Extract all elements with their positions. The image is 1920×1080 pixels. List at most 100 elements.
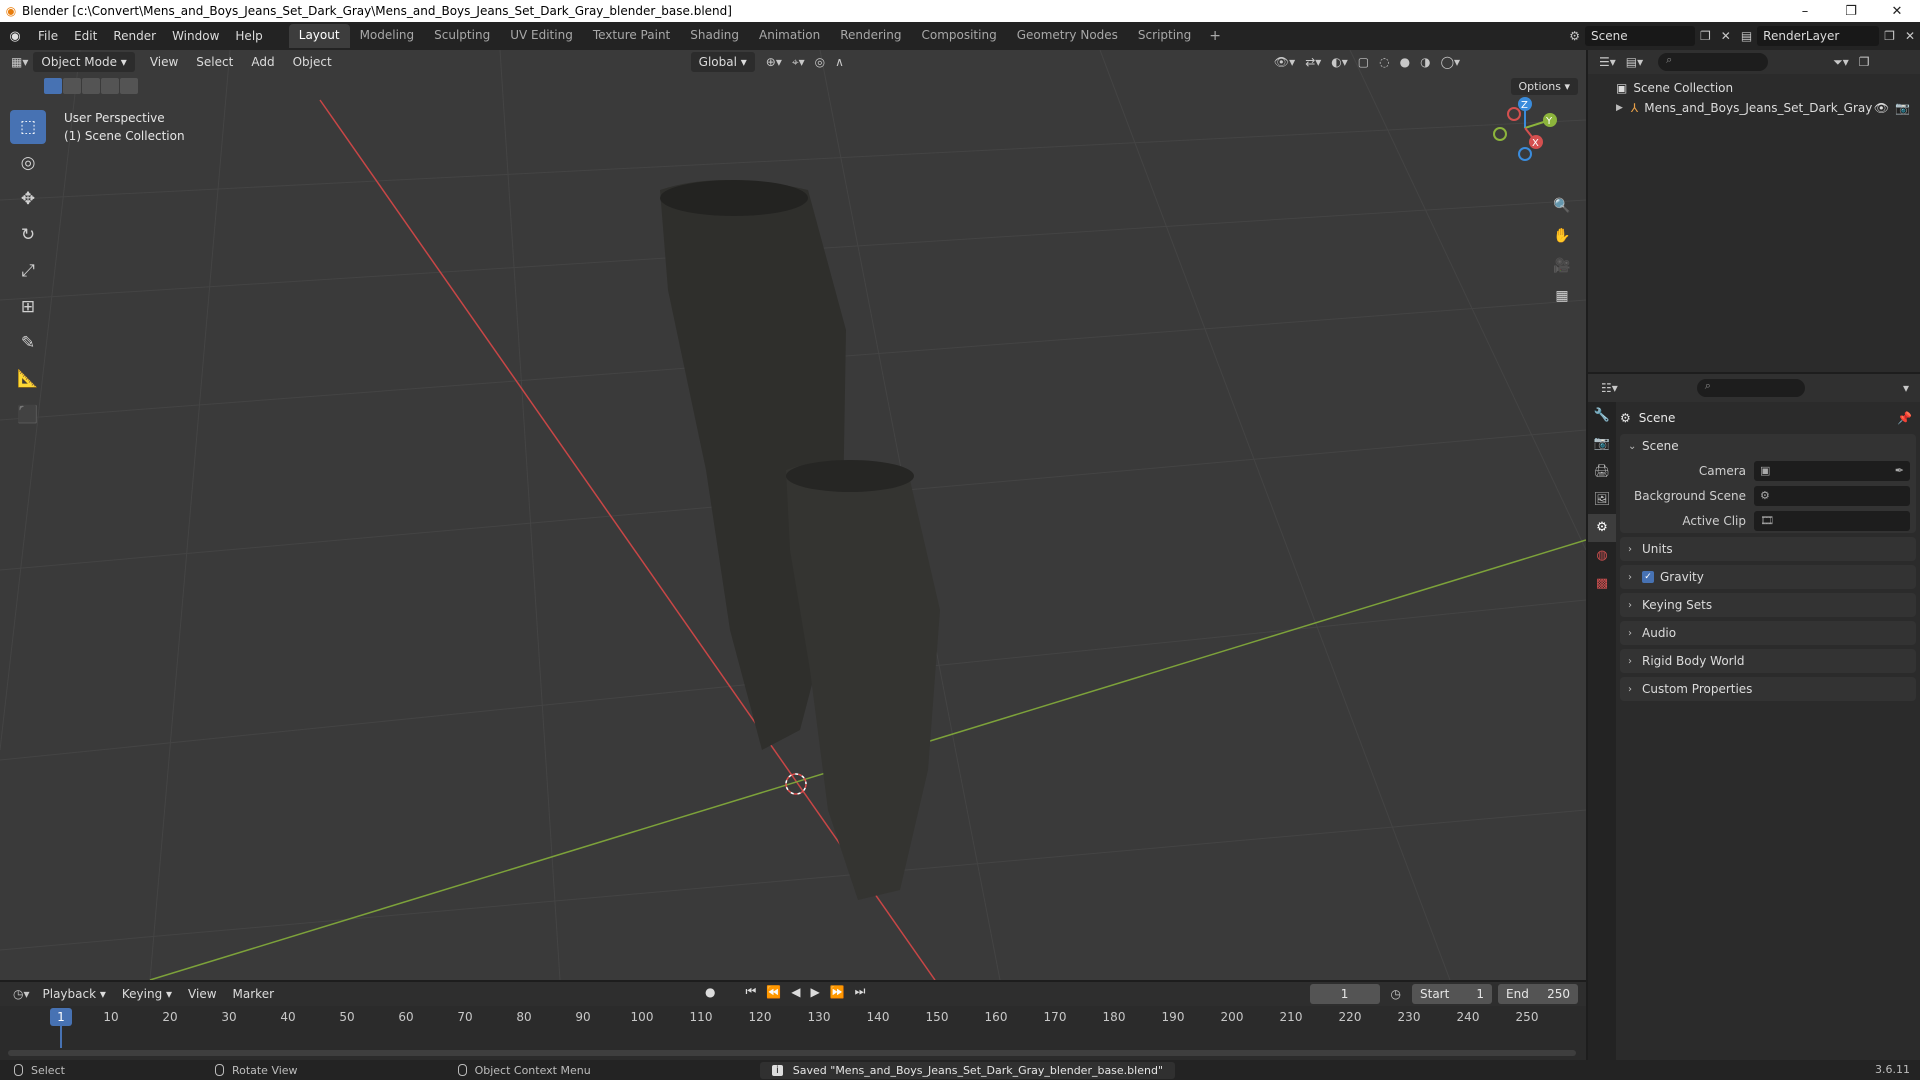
ortho-grid-icon[interactable]: ▦ <box>1550 284 1574 308</box>
eyedropper-icon[interactable]: ✒ <box>1895 464 1904 477</box>
tab-rendering[interactable]: Rendering <box>830 24 911 48</box>
editor-type-icon[interactable]: ▦▾ <box>6 55 33 69</box>
tab-animation[interactable]: Animation <box>749 24 830 48</box>
play-reverse-icon[interactable]: ◀ <box>786 985 805 999</box>
cursor-tool-icon[interactable]: ◎ <box>10 146 46 180</box>
pin-icon[interactable]: 📌 <box>1897 411 1912 425</box>
tool-tab-icon[interactable]: 🔧 <box>1588 402 1616 430</box>
units-panel[interactable]: › Units <box>1620 537 1916 561</box>
display-mode-icon[interactable]: ▤▾ <box>1621 55 1648 69</box>
delete-scene-icon[interactable]: ✕ <box>1716 29 1736 43</box>
camera-view-icon[interactable]: 🎥 <box>1550 254 1574 278</box>
tab-modeling[interactable]: Modeling <box>350 24 425 48</box>
xray-icon[interactable]: ▢ <box>1353 55 1374 69</box>
next-keyframe-icon[interactable]: ⏩ <box>825 985 850 999</box>
active-clip-field[interactable]: 🎞 <box>1754 510 1910 531</box>
measure-tool-icon[interactable]: 📐 <box>10 362 46 396</box>
jump-start-icon[interactable]: ⏮ <box>740 984 761 999</box>
frame-ruler[interactable]: 1 10 20 30 40 50 60 70 80 90 100 110 120… <box>0 1008 1586 1028</box>
tab-texture-paint[interactable]: Texture Paint <box>583 24 680 48</box>
playhead[interactable]: 1 <box>50 1008 72 1026</box>
outliner-editor-type-icon[interactable]: ☰▾ <box>1594 55 1621 69</box>
menu-file[interactable]: File <box>30 29 66 43</box>
outliner-search-input[interactable]: ⌕ <box>1658 53 1769 71</box>
texture-tab-icon[interactable]: ▩ <box>1588 570 1616 598</box>
tab-sculpting[interactable]: Sculpting <box>424 24 500 48</box>
expand-arrow-icon[interactable]: ▶ <box>1616 103 1623 113</box>
delete-renderlayer-icon[interactable]: ✕ <box>1900 29 1920 43</box>
new-scene-icon[interactable]: ❐ <box>1695 29 1716 43</box>
render-tab-icon[interactable]: 📷 <box>1588 430 1616 458</box>
viewport-menu-add[interactable]: Add <box>242 55 283 69</box>
record-icon[interactable]: ● <box>700 985 720 999</box>
start-frame-field[interactable]: Start 1 <box>1412 984 1492 1004</box>
menu-render[interactable]: Render <box>105 29 164 43</box>
overlay-toggle-icon[interactable]: ◐▾ <box>1326 55 1353 69</box>
select-new-icon[interactable] <box>44 78 62 94</box>
viewport-menu-object[interactable]: Object <box>284 55 341 69</box>
viewport-menu-select[interactable]: Select <box>187 55 242 69</box>
new-renderlayer-icon[interactable]: ❐ <box>1879 29 1900 43</box>
3d-viewport[interactable]: ▦▾ Object Mode ▾ View Select Add Object … <box>0 50 1586 980</box>
snap-icon[interactable]: ⌖▾ <box>787 55 810 70</box>
custom-properties-panel[interactable]: › Custom Properties <box>1620 677 1916 701</box>
rotate-tool-icon[interactable]: ↻ <box>10 218 46 252</box>
scene-field[interactable]: Scene <box>1585 26 1695 46</box>
audio-panel[interactable]: › Audio <box>1620 621 1916 645</box>
proportional-edit-icon[interactable]: ◎ <box>810 55 830 69</box>
timeline-editor[interactable]: ◷▾ Playback ▾ Keying ▾ View Marker ● ⏮ ⏪… <box>0 982 1586 1060</box>
zoom-icon[interactable]: 🔍 <box>1550 194 1574 218</box>
select-invert-icon[interactable] <box>101 78 119 94</box>
scene-tab-icon[interactable]: ⚙ <box>1588 514 1616 542</box>
current-frame-field[interactable]: 1 <box>1309 984 1380 1004</box>
outliner-item[interactable]: ▶ ⅄ Mens_and_Boys_Jeans_Set_Dark_Gray 👁 … <box>1588 98 1920 118</box>
marker-menu[interactable]: Marker <box>225 987 282 1001</box>
close-button[interactable]: ✕ <box>1874 4 1920 19</box>
menu-edit[interactable]: Edit <box>66 29 105 43</box>
properties-search-input[interactable]: ⌕ <box>1696 379 1805 397</box>
minimize-button[interactable]: – <box>1782 4 1828 19</box>
gravity-panel[interactable]: › ✓ Gravity <box>1620 565 1916 589</box>
transform-orientation-dropdown[interactable]: Global ▾ <box>690 52 755 72</box>
falloff-icon[interactable]: ∧ <box>830 55 849 69</box>
gravity-checkbox[interactable]: ✓ <box>1642 571 1654 583</box>
tab-geometry-nodes[interactable]: Geometry Nodes <box>1007 24 1128 48</box>
jump-end-icon[interactable]: ⏭ <box>850 984 871 999</box>
pivot-point-icon[interactable]: ⊕▾ <box>761 55 787 69</box>
output-tab-icon[interactable]: 🖨 <box>1588 458 1616 486</box>
preview-range-icon[interactable]: ◷ <box>1386 987 1406 1001</box>
pan-hand-icon[interactable]: ✋ <box>1550 224 1574 248</box>
visibility-eye-icon[interactable]: 👁 <box>1874 101 1889 115</box>
scene-collection-row[interactable]: ▣ Scene Collection <box>1588 78 1920 98</box>
renderlayer-field[interactable]: RenderLayer <box>1757 26 1880 46</box>
playback-menu[interactable]: Playback ▾ <box>35 987 114 1001</box>
gizmo-toggle-icon[interactable]: ⇄▾ <box>1300 55 1326 69</box>
blender-menu-icon[interactable]: ◉ <box>0 29 30 44</box>
tab-layout[interactable]: Layout <box>288 24 350 48</box>
tab-scripting[interactable]: Scripting <box>1128 24 1201 48</box>
timeline-editor-type-icon[interactable]: ◷▾ <box>8 987 35 1001</box>
renderlayer-icon[interactable]: ▤ <box>1736 29 1757 43</box>
properties-editor-type-icon[interactable]: ☷▾ <box>1596 381 1623 395</box>
maximize-button[interactable]: ❐ <box>1828 4 1874 19</box>
rendered-shading-icon[interactable]: ◯▾ <box>1436 55 1465 69</box>
select-extend-icon[interactable] <box>63 78 81 94</box>
select-box-tool-icon[interactable]: ⬚ <box>10 110 46 144</box>
add-cube-tool-icon[interactable]: ⬛ <box>10 398 46 432</box>
render-camera-icon[interactable]: 📷 <box>1895 101 1910 115</box>
background-scene-field[interactable]: ⚙ <box>1754 485 1910 506</box>
solid-shading-icon[interactable]: ● <box>1395 55 1415 69</box>
world-tab-icon[interactable]: ◍ <box>1588 542 1616 570</box>
timeline-view-menu[interactable]: View <box>180 987 224 1001</box>
menu-window[interactable]: Window <box>164 29 227 43</box>
object-mode-dropdown[interactable]: Object Mode ▾ <box>33 52 135 72</box>
keying-menu[interactable]: Keying ▾ <box>114 987 180 1001</box>
select-subtract-icon[interactable] <box>82 78 100 94</box>
transform-tool-icon[interactable]: ⊞ <box>10 290 46 324</box>
viewport-menu-view[interactable]: View <box>141 55 187 69</box>
add-workspace-button[interactable]: + <box>1201 24 1229 48</box>
tab-shading[interactable]: Shading <box>680 24 749 48</box>
select-intersect-icon[interactable] <box>120 78 138 94</box>
scale-tool-icon[interactable]: ⤢ <box>10 254 46 288</box>
annotate-tool-icon[interactable]: ✎ <box>10 326 46 360</box>
